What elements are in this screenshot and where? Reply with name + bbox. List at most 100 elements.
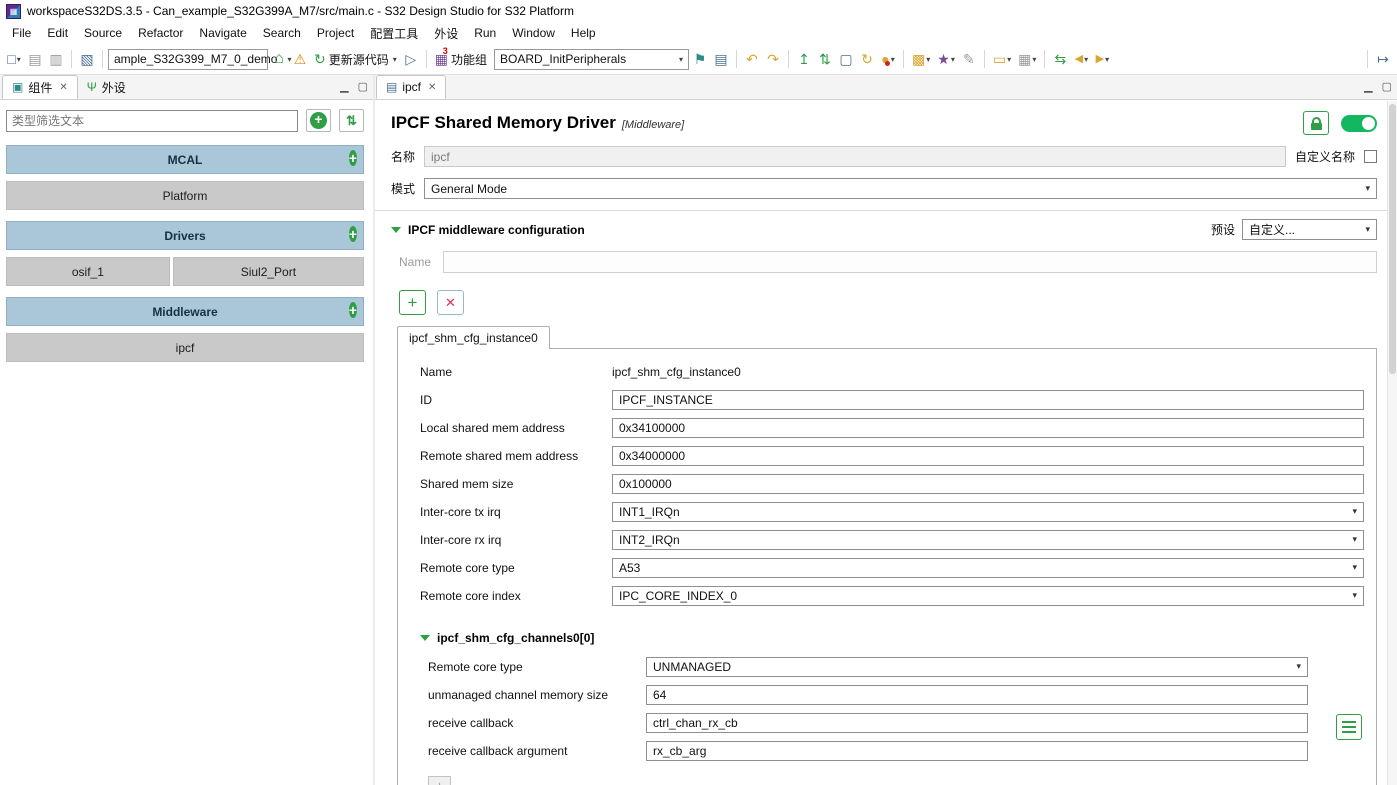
minimize-editor-button[interactable]: ▁ [1364,80,1372,93]
board-init-combo[interactable]: BOARD_InitPeripherals ▾ [494,48,690,70]
receive-callback-field[interactable]: ctrl_chan_rx_cb [646,712,1308,733]
build-log-button[interactable]: ▧ [77,48,97,70]
generate-code-button[interactable]: ▷ [401,48,421,70]
type-filter-input[interactable] [6,109,298,132]
minimize-view-button[interactable]: ▁ [340,80,348,93]
console-button[interactable]: ▤ [711,48,731,70]
menu-navigate[interactable]: Navigate [191,23,254,43]
remote-core-type-select[interactable]: A53 ▾ [612,557,1364,578]
menu-source[interactable]: Source [76,23,130,43]
local-shared-mem-field[interactable]: 0x34100000 [612,417,1364,438]
swap-editors-button[interactable]: ⇆ [1050,48,1070,70]
chevron-down-icon: ▾ [1352,534,1357,544]
section-header-middleware[interactable]: Middleware + [6,297,364,326]
new-icon: □ [7,51,16,67]
update-code-button[interactable]: ↻ 更新源代码 ▾ [311,48,400,70]
add-driver-button[interactable]: + [348,226,357,242]
packages-button[interactable]: ▩ ▾ [909,48,933,70]
instance-tab[interactable]: ipcf_shm_cfg_instance0 [397,326,550,349]
forward-button[interactable]: ▶ ▾ [1092,48,1112,70]
rx-irq-select[interactable]: INT2_IRQn ▾ [612,529,1364,550]
form-row-local-addr: Local shared mem address 0x34100000 [420,414,1364,441]
terminal-button[interactable]: ▢ [836,48,856,70]
save-button[interactable]: ▤ [25,48,45,70]
save-all-button[interactable]: ▥ [46,48,66,70]
menu-config-tools[interactable]: 配置工具 [362,22,426,45]
pencil-button[interactable]: ✎ [959,48,979,70]
back-button[interactable]: ◀ ▾ [1071,48,1091,70]
new-wizard-button[interactable]: □ ▾ [4,48,24,70]
tab-peripherals[interactable]: Ψ 外设 [78,75,135,99]
instance-name-field[interactable] [443,251,1377,273]
wand-button[interactable]: ★ ▾ [934,48,958,70]
maximize-editor-button[interactable]: ▢ [1382,80,1392,93]
menu-project[interactable]: Project [309,23,362,43]
editor-title-row: IPCF Shared Memory Driver [Middleware] [391,111,1377,135]
skip-forward-button[interactable]: ↷ [763,48,783,70]
functional-group-button[interactable]: ▦ 3 功能组 [432,46,493,70]
open-editor-button[interactable]: ↦ [1373,48,1393,70]
config-section-header[interactable]: IPCF middleware configuration 预设 自定义... … [391,216,1377,243]
edit-page-button[interactable]: ▭ ▾ [990,48,1014,70]
remove-instance-button[interactable]: ✕ [437,290,464,315]
menu-file[interactable]: File [4,23,39,43]
import-button[interactable]: ↥ [794,48,814,70]
field-label: Local shared mem address [420,420,565,435]
skip-back-button[interactable]: ↶ [742,48,762,70]
preset-select[interactable]: 自定义... ▾ [1242,219,1377,240]
menu-peripherals[interactable]: 外设 [426,22,466,45]
channel-menu-button[interactable] [1336,714,1362,740]
component-item-osif[interactable]: osif_1 [6,257,170,286]
receive-callback-arg-field[interactable]: rx_cb_arg [646,740,1308,761]
add-middleware-button[interactable]: + [348,302,357,318]
add-mcal-button[interactable]: + [348,150,357,166]
remote-shared-mem-field[interactable]: 0x34000000 [612,445,1364,466]
flag-button[interactable]: ⚑ [690,48,710,70]
editor-minmax: ▁ ▢ [1364,80,1392,93]
component-item-siul2-port[interactable]: Siul2_Port [172,257,364,286]
menu-window[interactable]: Window [504,23,563,43]
mode-select[interactable]: General Mode ▾ [424,178,1377,199]
close-icon[interactable]: ✕ [428,82,436,93]
menu-search[interactable]: Search [255,23,309,43]
chevron-down-icon: ▾ [890,54,895,64]
name-field[interactable]: ipcf [424,146,1286,167]
key-button[interactable]: ● ▾ [878,48,898,70]
lock-button[interactable] [1303,111,1329,135]
add-channel-button-disabled[interactable]: + [428,776,451,785]
menu-help[interactable]: Help [563,23,604,43]
menu-run[interactable]: Run [466,23,504,43]
sort-button[interactable]: ⇅ [815,48,835,70]
field-label: Inter-core tx irq [420,504,501,519]
section-header-drivers[interactable]: Drivers + [6,221,364,250]
form-row-rx-irq: Inter-core rx irq INT2_IRQn ▾ [420,526,1364,553]
scrollbar-thumb[interactable] [1389,104,1396,374]
custom-name-checkbox[interactable] [1364,150,1377,163]
tab-components[interactable]: ▣ 组件 ✕ [2,75,78,99]
channel-core-type-select[interactable]: UNMANAGED ▾ [646,656,1308,677]
section-header-mcal[interactable]: MCAL + [6,145,364,174]
maximize-view-button[interactable]: ▢ [358,80,368,93]
tab-ipcf-editor[interactable]: ▤ ipcf ✕ [376,75,447,99]
add-instance-button[interactable]: + [399,290,426,315]
problems-button[interactable]: ⚠ [290,48,310,70]
vertical-scrollbar[interactable] [1387,101,1397,785]
enable-toggle[interactable] [1341,114,1377,132]
unmanaged-mem-size-field[interactable]: 64 [646,684,1308,705]
shared-mem-size-field[interactable]: 0x100000 [612,473,1364,494]
project-combo[interactable]: ample_S32G399_M7_0_demo ▾ [108,48,291,70]
component-item-ipcf[interactable]: ipcf [6,333,364,362]
add-component-button[interactable]: + [306,109,331,132]
channels-section-header[interactable]: ipcf_shm_cfg_channels0[0] [420,626,1364,650]
menu-edit[interactable]: Edit [39,23,76,43]
sort-components-button[interactable]: ⇅ [339,109,364,132]
tx-irq-select[interactable]: INT1_IRQn ▾ [612,501,1364,522]
grid-button[interactable]: ▦ ▾ [1015,48,1039,70]
id-field[interactable]: IPCF_INSTANCE [612,389,1364,410]
component-item-platform[interactable]: Platform [6,181,364,210]
close-icon[interactable]: ✕ [59,82,67,93]
history-button[interactable]: ↻ [857,48,877,70]
remote-core-index-select[interactable]: IPC_CORE_INDEX_0 ▾ [612,585,1364,606]
home-button[interactable]: ⌂ [269,48,289,70]
menu-refactor[interactable]: Refactor [130,23,191,43]
